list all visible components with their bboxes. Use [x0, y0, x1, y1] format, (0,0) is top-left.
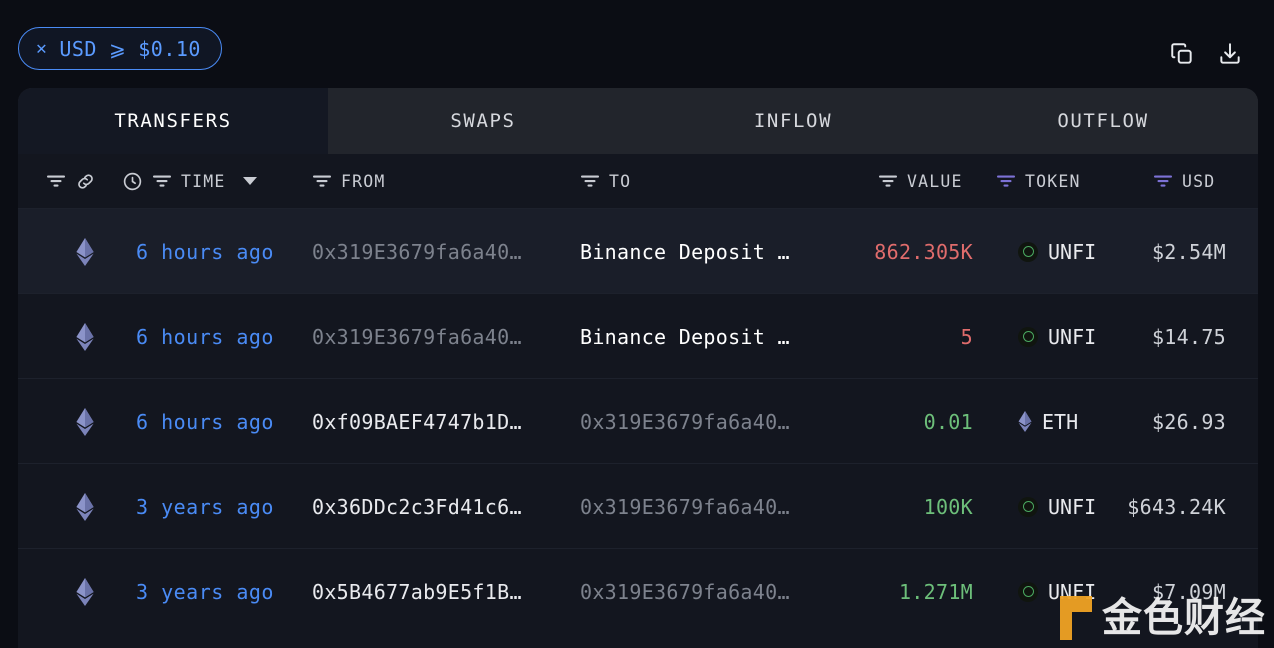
- from-address-cell[interactable]: 0x5B4677ab9E5f1B…: [312, 549, 522, 634]
- sort-descending-icon[interactable]: [243, 177, 257, 185]
- filter-icon[interactable]: [312, 173, 332, 189]
- tab-outflow[interactable]: OUTFLOW: [948, 88, 1258, 154]
- column-header-chain[interactable]: [46, 171, 96, 192]
- filter-icon[interactable]: [46, 173, 66, 189]
- top-bar: ✕ USD ⩾ $0.10: [0, 0, 1274, 88]
- time-cell[interactable]: 6 hours ago: [136, 209, 274, 294]
- column-header-usd[interactable]: USD: [1153, 172, 1215, 191]
- usd-cell: $14.75: [1006, 294, 1226, 379]
- column-header-time-label: TIME: [181, 172, 226, 191]
- ethereum-icon: [76, 323, 94, 351]
- chain-cell: [76, 379, 94, 464]
- from-address-cell[interactable]: 0x36DDc2c3Fd41c6…: [312, 464, 522, 549]
- filter-icon[interactable]: [152, 173, 172, 189]
- ethereum-icon: [76, 578, 94, 606]
- ethereum-icon: [76, 493, 94, 521]
- chain-link-icon[interactable]: [75, 171, 96, 192]
- tab-inflow[interactable]: INFLOW: [638, 88, 948, 154]
- tab-bar: TRANSFERS SWAPS INFLOW OUTFLOW: [18, 88, 1258, 154]
- top-actions: [1168, 40, 1244, 68]
- transfers-panel: TRANSFERS SWAPS INFLOW OUTFLOW: [18, 88, 1258, 648]
- from-address-cell[interactable]: 0x319E3679fa6a40…: [312, 294, 522, 379]
- table-row[interactable]: 6 hours ago 0x319E3679fa6a40… Binance De…: [18, 208, 1258, 293]
- usd-cell: $2.54M: [1006, 209, 1226, 294]
- chain-cell: [76, 209, 94, 294]
- time-cell[interactable]: 3 years ago: [136, 549, 274, 634]
- value-cell: 1.271M: [733, 549, 973, 634]
- usd-cell: $7.09M: [1006, 549, 1226, 634]
- time-cell[interactable]: 6 hours ago: [136, 294, 274, 379]
- transfers-table-body: 6 hours ago 0x319E3679fa6a40… Binance De…: [18, 208, 1258, 633]
- time-cell[interactable]: 3 years ago: [136, 464, 274, 549]
- column-header-time[interactable]: TIME: [122, 171, 257, 192]
- ethereum-icon: [76, 238, 94, 266]
- filter-icon-active[interactable]: [1153, 173, 1173, 189]
- column-header-to-label: TO: [609, 172, 631, 191]
- usd-cell: $26.93: [1006, 379, 1226, 464]
- clock-icon: [122, 171, 143, 192]
- column-header-to[interactable]: TO: [580, 172, 631, 191]
- filter-icon[interactable]: [878, 173, 898, 189]
- value-cell: 100K: [733, 464, 973, 549]
- column-header-usd-label: USD: [1182, 172, 1215, 191]
- close-icon[interactable]: ✕: [36, 40, 47, 58]
- usd-filter-chip[interactable]: ✕ USD ⩾ $0.10: [18, 27, 222, 70]
- column-header-from-label: FROM: [341, 172, 386, 191]
- column-header-value[interactable]: VALUE: [878, 172, 963, 191]
- download-icon[interactable]: [1216, 40, 1244, 68]
- copy-icon[interactable]: [1168, 40, 1196, 68]
- table-row[interactable]: 3 years ago 0x5B4677ab9E5f1B… 0x319E3679…: [18, 548, 1258, 633]
- from-address-cell[interactable]: 0xf09BAEF4747b1D…: [312, 379, 522, 464]
- table-header-row: TIME FROM TO VALUE: [18, 154, 1258, 208]
- table-row[interactable]: 6 hours ago 0x319E3679fa6a40… Binance De…: [18, 293, 1258, 378]
- column-header-value-label: VALUE: [907, 172, 963, 191]
- from-address-cell[interactable]: 0x319E3679fa6a40…: [312, 209, 522, 294]
- value-cell: 5: [733, 294, 973, 379]
- filter-value-label: $0.10: [138, 37, 201, 61]
- filter-operator-label: ⩾: [109, 37, 126, 61]
- chain-cell: [76, 464, 94, 549]
- value-cell: 862.305K: [733, 209, 973, 294]
- column-header-from[interactable]: FROM: [312, 172, 386, 191]
- filter-icon[interactable]: [580, 173, 600, 189]
- column-header-token[interactable]: TOKEN: [996, 172, 1081, 191]
- chain-cell: [76, 549, 94, 634]
- table-row[interactable]: 6 hours ago 0xf09BAEF4747b1D… 0x319E3679…: [18, 378, 1258, 463]
- time-cell[interactable]: 6 hours ago: [136, 379, 274, 464]
- filter-icon-active[interactable]: [996, 173, 1016, 189]
- chain-cell: [76, 294, 94, 379]
- filter-field-label: USD: [59, 37, 97, 61]
- tab-transfers[interactable]: TRANSFERS: [18, 88, 328, 154]
- tab-swaps[interactable]: SWAPS: [328, 88, 638, 154]
- ethereum-icon: [76, 408, 94, 436]
- table-row[interactable]: 3 years ago 0x36DDc2c3Fd41c6… 0x319E3679…: [18, 463, 1258, 548]
- value-cell: 0.01: [733, 379, 973, 464]
- usd-cell: $643.24K: [1006, 464, 1226, 549]
- column-header-token-label: TOKEN: [1025, 172, 1081, 191]
